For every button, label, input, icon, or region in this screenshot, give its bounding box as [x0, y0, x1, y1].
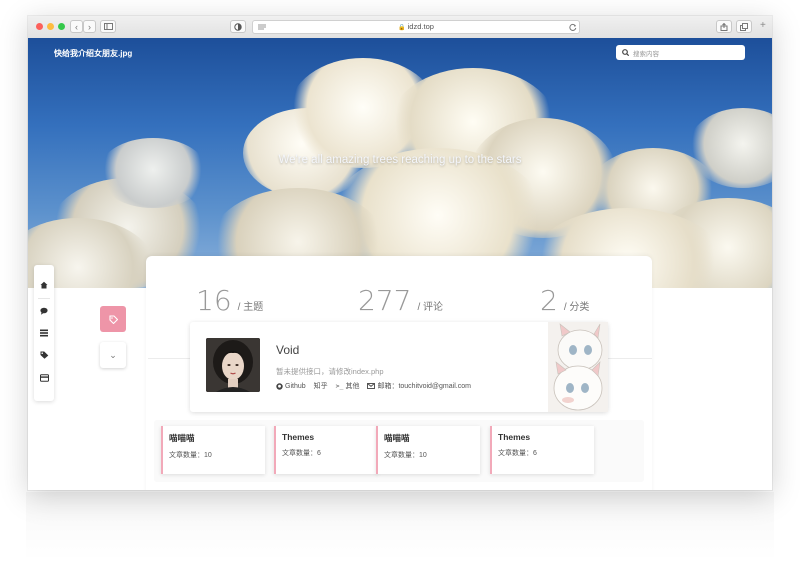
github-link[interactable]: Github — [276, 383, 306, 390]
stat-value: 277 — [358, 284, 412, 317]
stat-value: 2 — [540, 284, 558, 317]
cats-illustration — [548, 322, 608, 412]
shield-icon — [234, 22, 242, 31]
tabs-button[interactable] — [736, 20, 752, 33]
minimize-window-button[interactable] — [47, 23, 54, 30]
category-count: 文章数量：10 — [169, 452, 212, 459]
category-title: 喵喵喵 — [169, 433, 195, 443]
sidebar-icon — [103, 23, 113, 30]
comment-icon — [40, 307, 48, 315]
category-card[interactable]: Themes 文章数量：6 — [274, 426, 378, 474]
chevron-right-icon: › — [88, 21, 91, 32]
tag-cloud-button[interactable] — [100, 306, 126, 332]
terminal-icon: >_ — [335, 382, 344, 390]
avatar — [206, 338, 260, 392]
nav-archive[interactable] — [34, 323, 54, 343]
profile-name: Void — [276, 343, 300, 357]
plus-icon: + — [760, 20, 766, 31]
other-label: 其他 — [345, 383, 360, 390]
profile-card: Void 暂未提供接口，请修改index.php Github 知乎 >_ 其他… — [190, 322, 608, 412]
category-title: 喵喵喵 — [384, 433, 410, 443]
zoom-window-button[interactable] — [58, 23, 65, 30]
stat-label: / 主题 — [237, 302, 264, 313]
nav-comments[interactable] — [34, 301, 54, 321]
url-value: idzd.top — [407, 22, 434, 31]
category-count: 文章数量：6 — [282, 450, 321, 457]
nav-links[interactable] — [34, 368, 54, 388]
card-icon — [39, 374, 49, 382]
back-button[interactable]: ‹ — [70, 20, 83, 33]
search-placeholder: 搜索内容 — [633, 50, 659, 58]
category-title: Themes — [498, 432, 531, 442]
zhihu-label: 知乎 — [313, 383, 328, 390]
share-icon — [720, 22, 728, 31]
other-link[interactable]: >_ 其他 — [336, 381, 360, 391]
profile-links: Github 知乎 >_ 其他 邮箱：touchitvoid@gmail.com — [276, 381, 471, 391]
window-shadow — [26, 492, 774, 562]
stat-label: / 分类 — [563, 302, 590, 313]
category-count: 文章数量：10 — [384, 452, 427, 459]
stat-comments[interactable]: 277 / 评论 — [358, 284, 443, 317]
email-link[interactable]: 邮箱：touchitvoid@gmail.com — [367, 381, 471, 391]
stat-posts[interactable]: 16 / 主题 — [196, 284, 263, 317]
tag-icon — [108, 314, 118, 324]
list-icon — [40, 329, 48, 337]
browser-window: ‹ › 🔒 idzd.top + 快给我介绍女朋友.jpg 搜索内容 We're… — [28, 16, 772, 490]
chevron-left-icon: ‹ — [75, 21, 78, 32]
category-card[interactable]: 喵喵喵 文章数量：10 — [161, 426, 265, 474]
stat-categories[interactable]: 2 / 分类 — [540, 284, 589, 317]
github-icon — [276, 382, 283, 390]
stat-value: 16 — [196, 284, 232, 317]
nav-tags[interactable] — [34, 345, 54, 365]
site-title[interactable]: 快给我介绍女朋友.jpg — [54, 48, 132, 59]
share-button[interactable] — [716, 20, 732, 33]
side-navigation — [34, 265, 54, 401]
github-label: Github — [285, 382, 306, 390]
lock-icon: 🔒 — [398, 25, 406, 31]
hero-banner: 快给我介绍女朋友.jpg 搜索内容 We're all amazing tree… — [28, 38, 772, 288]
chevron-down-icon: ⌄ — [109, 349, 117, 360]
category-title: Themes — [282, 432, 315, 442]
url-text: 🔒 idzd.top — [253, 21, 579, 34]
category-card[interactable]: Themes 文章数量：6 — [490, 426, 594, 474]
search-input[interactable]: 搜索内容 — [616, 45, 745, 60]
tags-icon — [40, 351, 48, 359]
nav-home[interactable] — [34, 275, 54, 295]
tabs-icon — [740, 22, 748, 31]
browser-toolbar: ‹ › 🔒 idzd.top + — [28, 16, 772, 39]
email-label: 邮箱：touchitvoid@gmail.com — [377, 383, 471, 390]
envelope-icon — [367, 383, 376, 389]
forward-button[interactable]: › — [83, 20, 96, 33]
close-window-button[interactable] — [36, 23, 43, 30]
home-icon — [40, 281, 48, 289]
address-bar[interactable]: 🔒 idzd.top — [252, 20, 580, 34]
expand-button[interactable]: ⌄ — [100, 342, 126, 368]
category-card[interactable]: 喵喵喵 文章数量：10 — [376, 426, 480, 474]
nav-divider — [38, 298, 50, 299]
profile-description: 暂未提供接口，请修改index.php — [276, 367, 384, 376]
new-tab-button[interactable]: + — [760, 20, 766, 31]
tagline: We're all amazing trees reaching up to t… — [278, 154, 522, 166]
sidebar-toggle-button[interactable] — [100, 20, 116, 33]
reload-icon[interactable] — [569, 23, 577, 31]
category-count: 文章数量：6 — [498, 450, 537, 457]
search-icon — [622, 49, 629, 56]
privacy-button[interactable] — [230, 20, 246, 33]
stat-label: / 评论 — [417, 302, 444, 313]
zhihu-link[interactable]: 知乎 — [314, 381, 328, 391]
